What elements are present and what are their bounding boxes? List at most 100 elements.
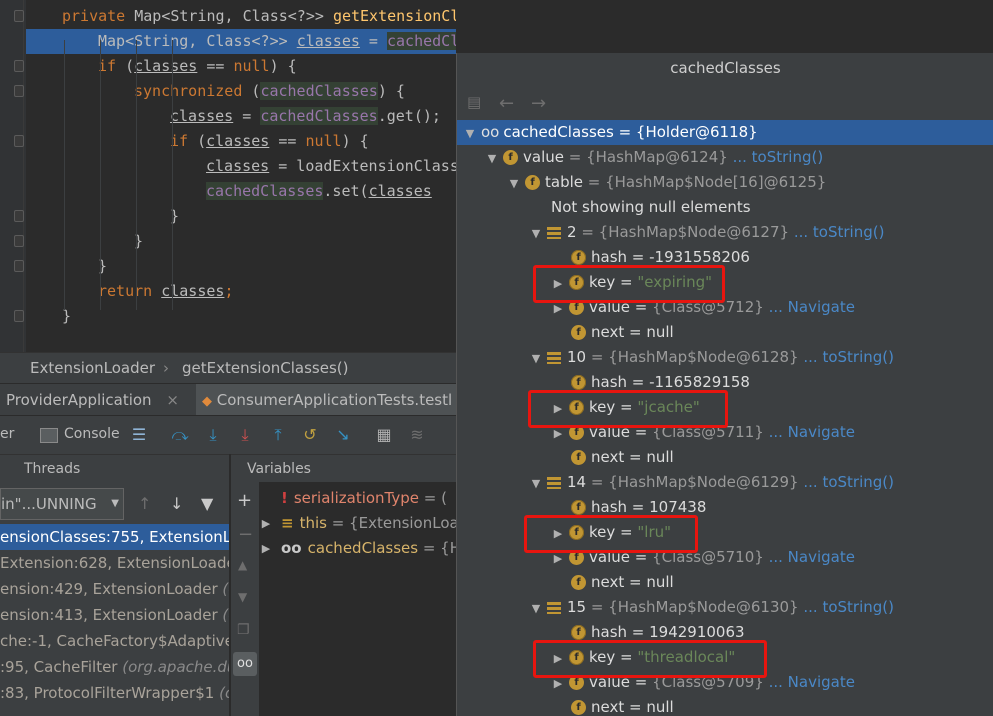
fold-marker[interactable]	[14, 10, 24, 22]
fold-marker[interactable]	[14, 135, 24, 147]
tree-row-value[interactable]: ▼ f value = {HashMap@6124} ... toString()	[457, 145, 993, 170]
watches-glasses-icon[interactable]: oo	[233, 652, 257, 676]
code-token: Map<String, Class<?>>	[98, 32, 297, 50]
collapse-arrow-icon[interactable]: ▼	[463, 121, 477, 146]
tree-row-node[interactable]: ▼ 2 = {HashMap$Node@6127} ... toString()	[457, 220, 993, 245]
code-line: }	[26, 304, 456, 329]
tree-row-next[interactable]: f next = null	[457, 695, 993, 716]
code-token: null	[305, 132, 342, 150]
close-icon[interactable]: ×	[166, 391, 179, 409]
field-icon: f	[571, 325, 586, 340]
code-token: classes	[296, 32, 360, 50]
tree-row-node[interactable]: ▼ 10 = {HashMap$Node@6128} ... toString()	[457, 345, 993, 370]
collapse-arrow-icon[interactable]: ▼	[529, 221, 543, 246]
trace-icon[interactable]: ≋	[408, 426, 426, 444]
cached-classes-popup[interactable]: cachedClasses ▤ ← → ▼ oo cachedClasses = {…	[456, 53, 993, 716]
filter-icon[interactable]: ▼	[201, 494, 213, 513]
stack-frame[interactable]: :83, ProtocolFilterWrapper$1 (c	[0, 680, 230, 706]
forward-icon[interactable]: →	[531, 93, 546, 114]
fold-marker[interactable]	[14, 260, 24, 272]
code-token: classes	[206, 157, 270, 175]
code-token: = loadExtensionClass	[269, 157, 456, 175]
variable-name: cachedClasses	[307, 539, 419, 557]
code-line: }	[26, 229, 456, 254]
hash-value: -1165829158	[649, 373, 750, 391]
code-token: classes	[134, 57, 198, 75]
variables-panel[interactable]: ! serializationType = (▶ ≡ this = {Extensio…	[231, 482, 456, 716]
stack-frame[interactable]: ension:429, ExtensionLoader (o	[0, 576, 230, 602]
stack-frame[interactable]: :95, CacheFilter (org.apache.du	[0, 654, 230, 680]
highlight-box	[533, 640, 767, 678]
force-step-into-icon[interactable]: ⤓	[236, 426, 254, 444]
tab-consumer-application-tests[interactable]: ◆ ConsumerApplicationTests.testl	[196, 384, 462, 419]
debugger-tab[interactable]: er	[0, 426, 14, 442]
breadcrumb-class[interactable]: ExtensionLoader	[30, 353, 155, 383]
stack-frame[interactable]: ensionClasses:755, ExtensionLo	[0, 524, 230, 550]
code-token: Map<String, Class<?>>	[134, 7, 333, 25]
tree-root-row[interactable]: ▼ oo cachedClasses = {Holder@6118}	[457, 120, 993, 145]
root-name: cachedClasses	[503, 123, 614, 141]
stack-frame[interactable]: Extension:628, ExtensionLoader	[0, 550, 230, 576]
variable-row[interactable]: ▶ oo cachedClasses = {Ho	[262, 536, 456, 561]
console-tab[interactable]: Console	[64, 426, 120, 442]
add-watch-icon[interactable]: +	[237, 490, 252, 511]
collapse-arrow-icon[interactable]: ▼	[529, 346, 543, 371]
code-editor[interactable]: private Map<String, Class<?>> getExtensi…	[26, 0, 456, 352]
threads-header: Threads	[0, 454, 230, 483]
stack-frame[interactable]: ension:413, ExtensionLoader (o	[0, 602, 230, 628]
tree-row-node[interactable]: ▼ 14 = {HashMap$Node@6129} ... toString()	[457, 470, 993, 495]
step-over-icon[interactable]: ⤼	[171, 426, 189, 444]
tree-row-next[interactable]: f next = null	[457, 320, 993, 345]
null-value: null	[646, 448, 674, 466]
collapse-arrow-icon[interactable]: ▼	[529, 471, 543, 496]
tab-provider-application[interactable]: ProviderApplication ×	[0, 384, 185, 416]
remove-watch-icon[interactable]: −	[238, 524, 253, 545]
fold-marker[interactable]	[14, 60, 24, 72]
expand-arrow-icon[interactable]: ▶	[259, 511, 273, 536]
tree-icon[interactable]: ▤	[467, 93, 481, 111]
tree-row-table[interactable]: ▼ f table = {HashMap$Node[16]@6125}	[457, 170, 993, 195]
field-label: hash =	[591, 373, 650, 391]
code-token: if	[98, 57, 126, 75]
tree-row-next[interactable]: f next = null	[457, 445, 993, 470]
field-locked-icon: f	[571, 250, 586, 265]
step-into-icon[interactable]: ⤓	[204, 426, 222, 444]
console-icon	[40, 428, 58, 443]
code-token: cachedClasses	[260, 107, 378, 125]
indent-guide	[100, 40, 101, 310]
thread-selector[interactable]: in"...UNNING ▼	[0, 488, 124, 520]
variable-row[interactable]: ▶ ≡ this = {ExtensionLoa	[262, 511, 456, 536]
stack-frame[interactable]: che:-1, CacheFactory$Adaptive	[0, 628, 230, 654]
copy-icon[interactable]: ❐	[237, 622, 250, 638]
code-line: if (classes == null) {	[26, 129, 456, 154]
collapse-arrow-icon[interactable]: ▼	[529, 596, 543, 621]
tree-row-next[interactable]: f next = null	[457, 570, 993, 595]
fold-marker[interactable]	[14, 85, 24, 97]
fold-marker[interactable]	[14, 310, 24, 322]
threads-title: Threads	[24, 461, 81, 477]
collapse-arrow-icon[interactable]: ▼	[507, 171, 521, 196]
code-token: .set(	[323, 182, 369, 200]
back-icon[interactable]: ←	[499, 93, 514, 114]
array-element-icon	[547, 226, 561, 239]
next-frame-icon[interactable]: ↓	[170, 494, 183, 513]
previous-frame-icon[interactable]: ↑	[138, 494, 151, 513]
expand-arrow-icon[interactable]: ▶	[259, 536, 273, 561]
breadcrumb-method[interactable]: getExtensionClasses()	[182, 353, 348, 383]
stack-frame-label: ension:429, ExtensionLoader	[0, 580, 223, 598]
run-to-cursor-icon[interactable]: ↘	[334, 426, 352, 444]
tree-row-node[interactable]: ▼ 15 = {HashMap$Node@6130} ... toString()	[457, 595, 993, 620]
fold-marker[interactable]	[14, 210, 24, 222]
fold-marker[interactable]	[14, 235, 24, 247]
move-down-icon[interactable]: ▼	[238, 590, 247, 604]
move-up-icon[interactable]: ▲	[238, 558, 247, 572]
variable-value: = (	[419, 489, 447, 507]
collapse-arrow-icon[interactable]: ▼	[485, 146, 499, 171]
show-execution-point-icon[interactable]: ☰	[130, 426, 148, 444]
drop-frame-icon[interactable]: ↺	[301, 426, 319, 444]
evaluate-expression-icon[interactable]: ▦	[375, 426, 393, 444]
step-out-icon[interactable]: ⤒	[269, 426, 287, 444]
breadcrumb: ExtensionLoader › getExtensionClasses()	[0, 352, 456, 383]
variable-name: serializationType	[293, 489, 419, 507]
variable-row[interactable]: ! serializationType = (	[267, 486, 447, 511]
